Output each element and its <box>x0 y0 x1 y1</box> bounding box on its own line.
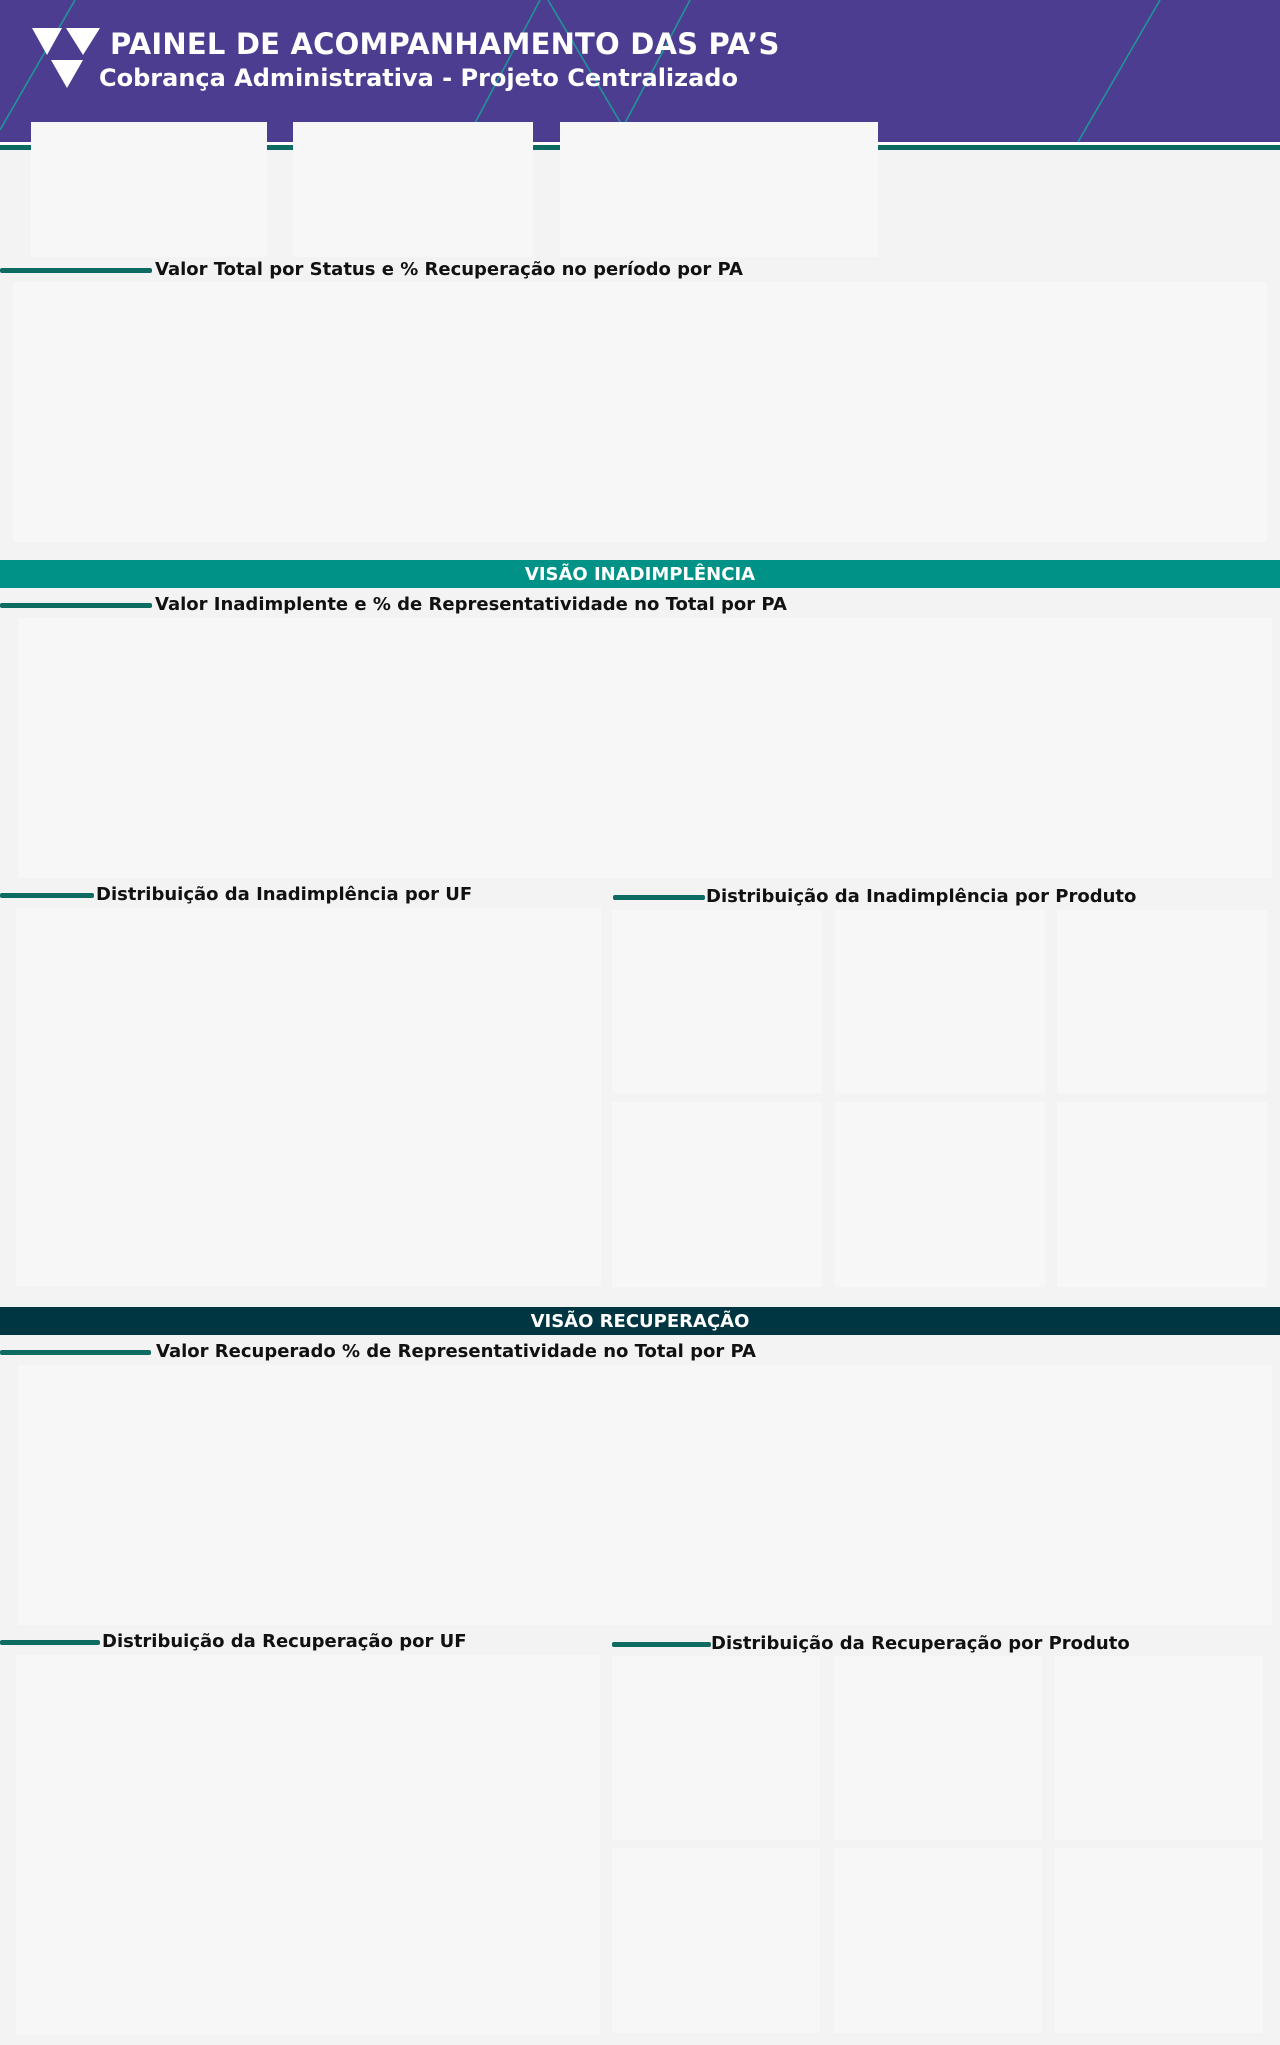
rec-uf-title: Distribuição da Recuperação por UF <box>102 1631 467 1652</box>
inad-produto-card-4[interactable] <box>612 1102 822 1287</box>
section-accent-bar <box>613 895 705 900</box>
section-accent-bar <box>0 603 152 608</box>
inadimplente-chart-panel[interactable] <box>18 618 1272 878</box>
recuperacao-band: VISÃO RECUPERAÇÃO <box>0 1307 1280 1335</box>
rec-produto-card-1[interactable] <box>612 1656 820 1840</box>
section-accent-bar <box>0 1350 151 1355</box>
recuperado-chart-title: Valor Recuperado % de Representatividade… <box>156 1341 756 1362</box>
page-title: PAINEL DE ACOMPANHAMENTO DAS PA’S <box>110 27 780 61</box>
recuperado-chart-panel[interactable] <box>18 1365 1272 1625</box>
section-accent-bar <box>0 893 94 898</box>
rec-produto-card-2[interactable] <box>834 1656 1042 1840</box>
filter-card-3[interactable] <box>560 122 878 257</box>
inadimplente-chart-title: Valor Inadimplente e % de Representativi… <box>155 594 787 615</box>
rec-uf-map-panel[interactable] <box>16 1655 600 2035</box>
section-accent-bar <box>612 1642 711 1647</box>
inad-produto-card-6[interactable] <box>1057 1102 1267 1287</box>
rec-produto-card-4[interactable] <box>612 1848 820 2033</box>
section-accent-bar <box>0 268 152 273</box>
rec-produto-card-5[interactable] <box>834 1848 1042 2033</box>
inad-uf-map-panel[interactable] <box>16 908 601 1286</box>
filter-card-2[interactable] <box>293 122 533 257</box>
section-accent-bar <box>0 1640 100 1645</box>
inad-produto-card-3[interactable] <box>1057 910 1267 1093</box>
inad-produto-card-2[interactable] <box>835 910 1045 1093</box>
inad-produto-card-5[interactable] <box>835 1102 1045 1287</box>
inad-produto-card-1[interactable] <box>612 910 822 1093</box>
status-chart-title: Valor Total por Status e % Recuperação n… <box>155 259 743 280</box>
rec-produto-card-3[interactable] <box>1055 1656 1263 1840</box>
inad-uf-title: Distribuição da Inadimplência por UF <box>96 884 473 905</box>
filter-card-1[interactable] <box>31 122 267 257</box>
page-subtitle: Cobrança Administrativa - Projeto Centra… <box>99 64 738 92</box>
rec-produto-card-6[interactable] <box>1055 1848 1263 2033</box>
inadimplencia-band: VISÃO INADIMPLÊNCIA <box>0 560 1280 588</box>
chevron-logo-icon <box>32 28 100 88</box>
rec-produto-title: Distribuição da Recuperação por Produto <box>711 1633 1130 1654</box>
inad-produto-title: Distribuição da Inadimplência por Produt… <box>706 886 1137 907</box>
status-chart-panel[interactable] <box>13 282 1267 542</box>
